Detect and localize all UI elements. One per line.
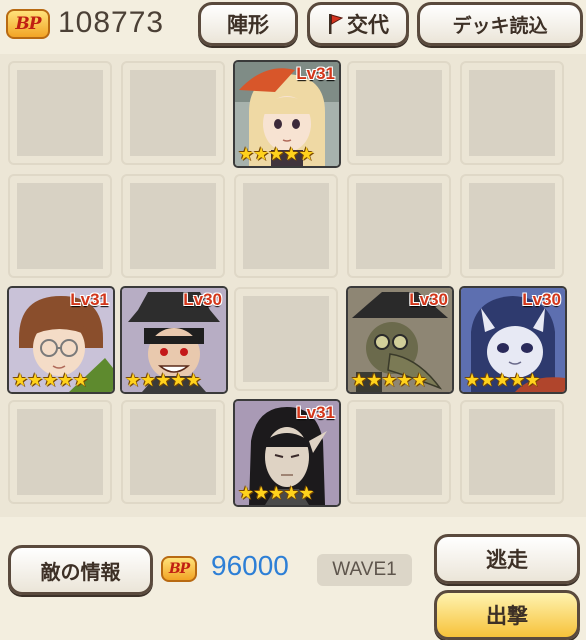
empty-slot[interactable] [460, 400, 564, 504]
empty-slot[interactable] [234, 174, 338, 278]
wave-label: WAVE1 [332, 559, 397, 580]
formation-button-label: 陣形 [227, 13, 269, 37]
unit-card[interactable]: Lv31 ★★★★★ [233, 399, 341, 507]
unit-card[interactable]: Lv30 ★★★★★ [120, 286, 228, 394]
empty-slot[interactable] [121, 400, 225, 504]
bp-icon: BP [6, 9, 50, 39]
flag-icon [329, 14, 343, 34]
sortie-button-label: 出撃 [486, 604, 528, 628]
formation-grid: Lv31 ★★★★★ Lv31 ★★★★★ Lv30 ★★★★★ Lv30 ★★… [0, 54, 586, 517]
deck-load-button[interactable]: デッキ読込 [417, 2, 583, 46]
empty-slot[interactable] [8, 400, 112, 504]
empty-slot[interactable] [121, 174, 225, 278]
empty-slot[interactable] [234, 287, 338, 391]
enemy-info-button[interactable]: 敵の情報 [8, 545, 153, 595]
unit-level: Lv31 [296, 403, 335, 422]
unit-level: Lv31 [70, 290, 109, 309]
escape-button[interactable]: 逃走 [434, 534, 580, 584]
swap-button-label: 交代 [347, 13, 389, 37]
unit-rarity-stars: ★★★★★ [238, 483, 315, 504]
team-bp-value: 108773 [58, 6, 165, 39]
deck-load-button-label: デッキ読込 [452, 14, 548, 37]
enemy-info-button-label: 敵の情報 [40, 559, 121, 584]
empty-slot[interactable] [121, 61, 225, 165]
empty-slot[interactable] [347, 61, 451, 165]
sortie-button[interactable]: 出撃 [434, 590, 580, 640]
unit-card[interactable]: Lv30 ★★★★★ [346, 286, 454, 394]
unit-card[interactable]: Lv31 ★★★★★ [7, 286, 115, 394]
unit-rarity-stars: ★★★★★ [351, 370, 428, 391]
empty-slot[interactable] [460, 174, 564, 278]
unit-level: Lv31 [296, 64, 335, 83]
escape-button-label: 逃走 [486, 548, 528, 572]
empty-slot[interactable] [347, 400, 451, 504]
unit-card[interactable]: Lv31 ★★★★★ [233, 60, 341, 168]
top-bar: BP 108773 陣形 交代 デッキ読込 [0, 0, 586, 52]
empty-slot[interactable] [8, 174, 112, 278]
unit-rarity-stars: ★★★★★ [12, 370, 89, 391]
formation-button[interactable]: 陣形 [198, 2, 298, 46]
unit-level: Lv30 [183, 290, 222, 309]
empty-slot[interactable] [460, 61, 564, 165]
wave-badge: WAVE1 [317, 554, 412, 586]
unit-rarity-stars: ★★★★★ [238, 144, 315, 165]
enemy-bp-value: 96000 [211, 550, 289, 581]
unit-level: Lv30 [409, 290, 448, 309]
unit-card[interactable]: Lv30 ★★★★★ [459, 286, 567, 394]
swap-button[interactable]: 交代 [307, 2, 409, 46]
empty-slot[interactable] [347, 174, 451, 278]
unit-rarity-stars: ★★★★★ [125, 370, 202, 391]
unit-level: Lv30 [522, 290, 561, 309]
bp-icon: BP [161, 556, 197, 582]
unit-rarity-stars: ★★★★★ [464, 370, 541, 391]
empty-slot[interactable] [8, 61, 112, 165]
